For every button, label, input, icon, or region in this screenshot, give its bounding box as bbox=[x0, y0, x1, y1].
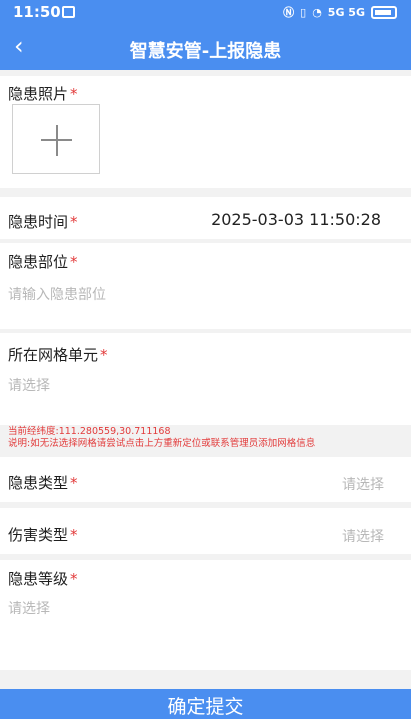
required-marker: * bbox=[70, 213, 78, 231]
photo-label-text: 隐患照片 bbox=[8, 85, 69, 103]
coordinate-info: 当前经纬度:111.280559,30.711168 说明:如无法选择网格请尝试… bbox=[0, 425, 411, 452]
level-select[interactable]: 请选择 bbox=[8, 598, 50, 618]
hazard-type-label: 隐患类型 * bbox=[8, 472, 78, 493]
notification-icon bbox=[62, 6, 75, 18]
grid-label-text: 所在网格单元 bbox=[8, 346, 99, 364]
nfc-icon: Ⓝ bbox=[283, 6, 295, 19]
photo-label: 隐患照片 * bbox=[8, 83, 78, 104]
signal-label: 5G 5G bbox=[327, 5, 365, 19]
injury-type-label-text: 伤害类型 bbox=[8, 526, 69, 544]
battery-icon bbox=[371, 5, 397, 19]
time-row[interactable]: 隐患时间 * 2025-03-03 11:50:28 bbox=[0, 197, 411, 239]
location-label: 隐患部位 * bbox=[8, 251, 78, 272]
injury-type-label: 伤害类型 * bbox=[8, 524, 78, 545]
photo-upload-button[interactable] bbox=[12, 104, 100, 174]
wifi-icon: ◔ bbox=[312, 5, 322, 19]
coordinate-note: 说明:如无法选择网格请尝试点击上方重新定位或联系管理员添加网格信息 bbox=[8, 438, 316, 449]
required-marker: * bbox=[70, 253, 78, 271]
status-bar: 11:50 Ⓝ ▯ ◔ 5G 5G bbox=[0, 0, 411, 25]
level-label: 隐患等级 * bbox=[8, 568, 78, 589]
required-marker: * bbox=[70, 474, 78, 492]
location-label-text: 隐患部位 bbox=[8, 253, 69, 271]
hazard-type-row[interactable]: 隐患类型 * 请选择 bbox=[0, 457, 411, 502]
vibrate-icon: ▯ bbox=[300, 5, 307, 19]
submit-button[interactable]: 确定提交 bbox=[0, 689, 411, 719]
coordinate-text: 当前经纬度:111.280559,30.711168 bbox=[8, 426, 171, 437]
plus-icon-vertical bbox=[56, 125, 58, 156]
required-marker: * bbox=[100, 346, 108, 364]
grid-row: 所在网格单元 * 请选择 bbox=[0, 333, 411, 425]
status-time: 11:50 bbox=[13, 3, 61, 21]
location-row: 隐患部位 * 请输入隐患部位 bbox=[0, 243, 411, 329]
injury-type-select[interactable]: 请选择 bbox=[342, 526, 384, 546]
location-input[interactable]: 请输入隐患部位 bbox=[8, 284, 106, 304]
required-marker: * bbox=[70, 526, 78, 544]
time-label-text: 隐患时间 bbox=[8, 213, 69, 231]
level-row: 隐患等级 * 请选择 bbox=[0, 560, 411, 670]
time-value[interactable]: 2025-03-03 11:50:28 bbox=[211, 210, 381, 229]
required-marker: * bbox=[70, 570, 78, 588]
required-marker: * bbox=[70, 85, 78, 103]
top-navigation: ‹ 智慧安管-上报隐患 bbox=[0, 25, 411, 70]
time-label: 隐患时间 * bbox=[8, 211, 78, 232]
hazard-type-label-text: 隐患类型 bbox=[8, 474, 69, 492]
grid-label: 所在网格单元 * bbox=[8, 344, 108, 365]
page-title: 智慧安管-上报隐患 bbox=[129, 41, 282, 62]
injury-type-row[interactable]: 伤害类型 * 请选择 bbox=[0, 508, 411, 554]
grid-select[interactable]: 请选择 bbox=[8, 375, 50, 395]
status-icons: Ⓝ ▯ ◔ 5G 5G bbox=[283, 4, 397, 20]
level-label-text: 隐患等级 bbox=[8, 570, 69, 588]
hazard-type-select[interactable]: 请选择 bbox=[342, 474, 384, 494]
